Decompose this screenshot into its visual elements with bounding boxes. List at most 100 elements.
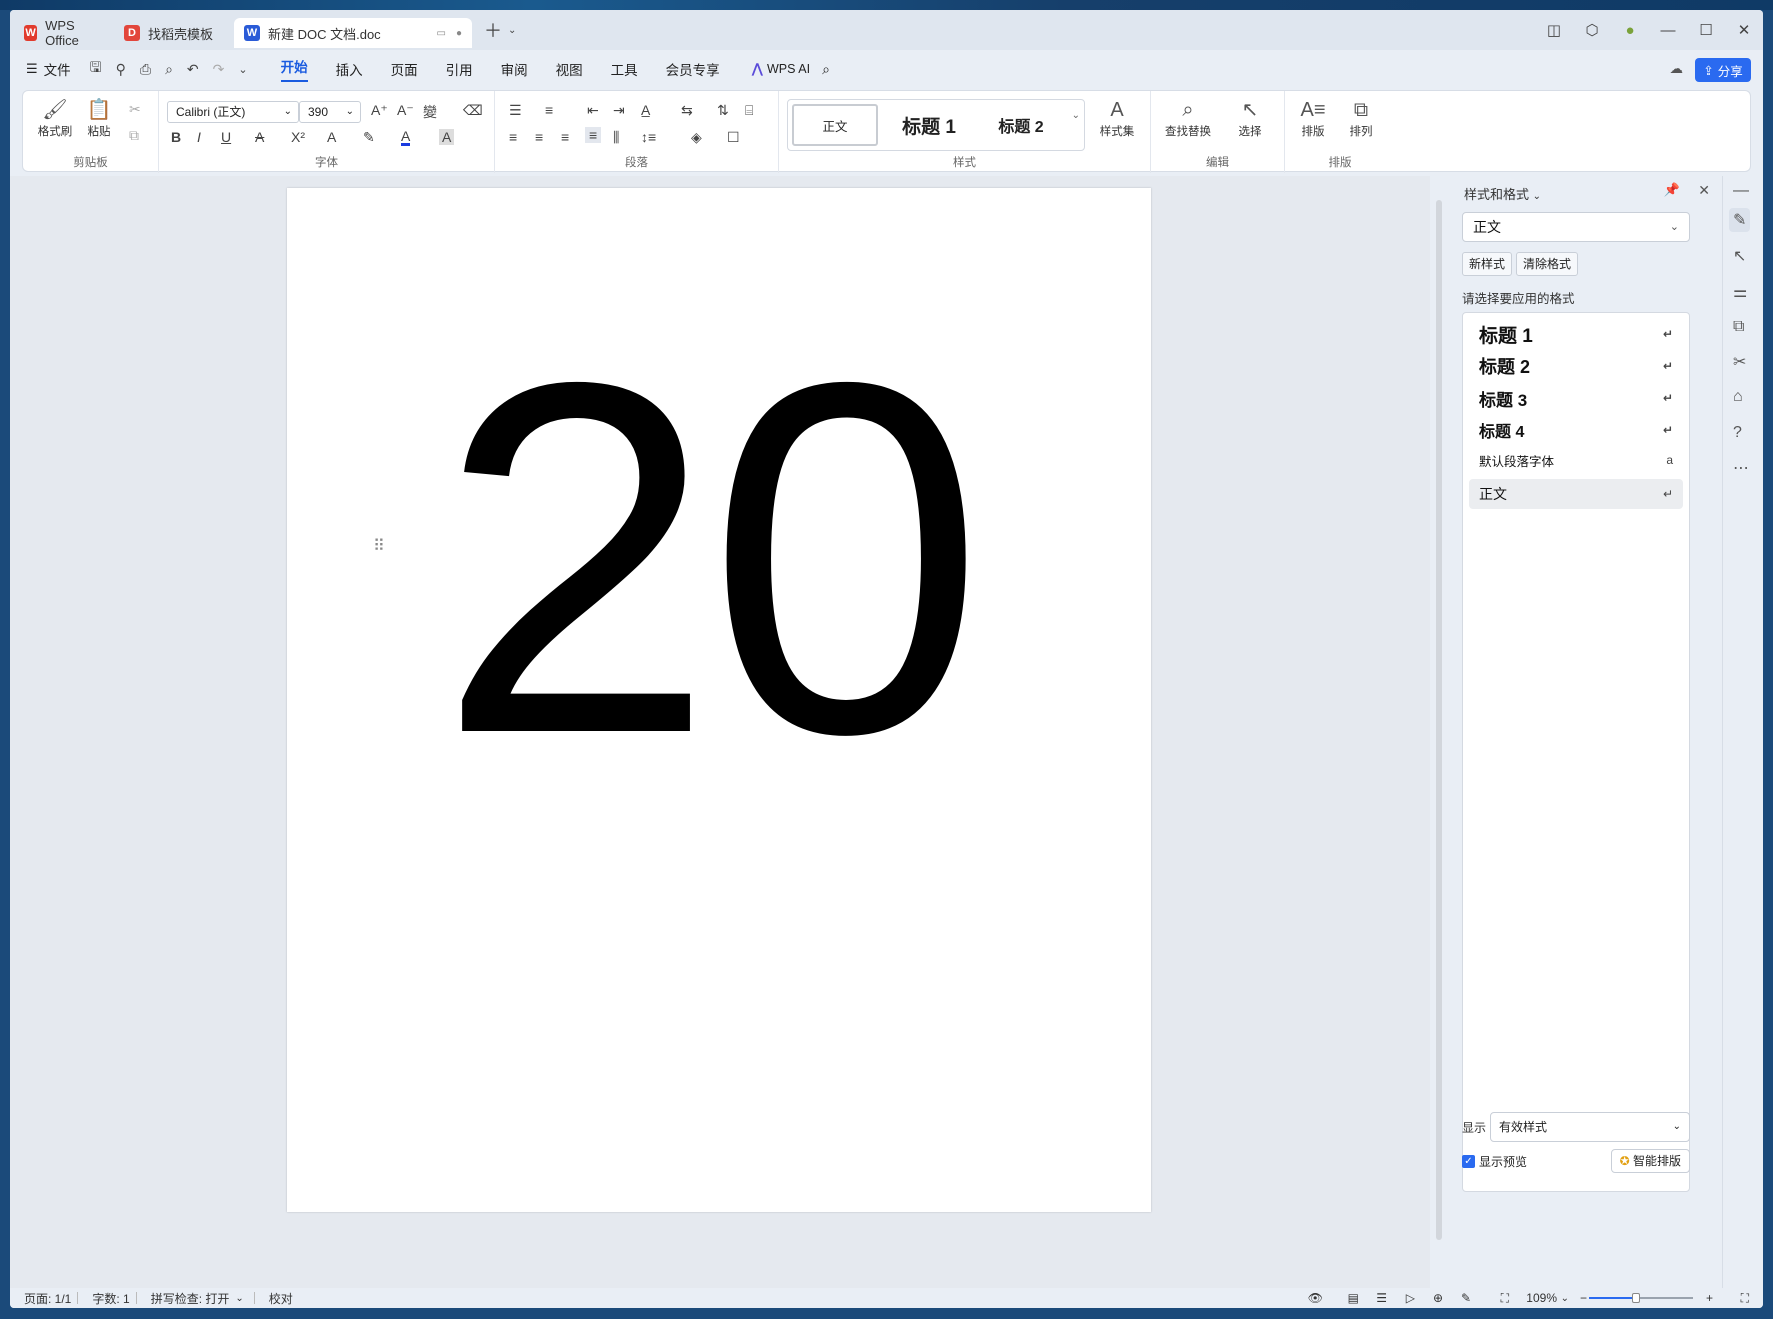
sort-icon[interactable]: ⇅	[717, 102, 729, 119]
tab-references[interactable]: 引用	[446, 59, 473, 79]
current-style-select[interactable]: 正文 ⌄	[1462, 212, 1690, 242]
shirt-icon[interactable]: ⌂	[1733, 388, 1743, 406]
chevron-down-icon[interactable]: ⌄	[1561, 1293, 1569, 1304]
font-name-select[interactable]: Calibri (正文) ⌄	[167, 101, 299, 123]
show-filter-select[interactable]: 有效样式 ⌄	[1490, 1112, 1690, 1142]
scrollbar-thumb[interactable]	[1436, 200, 1442, 1240]
style-heading-2[interactable]: 标题 2	[978, 104, 1064, 146]
copy-icon[interactable]: ⧉	[129, 127, 139, 144]
avatar[interactable]: ●	[1611, 22, 1649, 39]
tools-icon[interactable]: ✂	[1733, 352, 1746, 372]
tab-review[interactable]: 审阅	[501, 59, 528, 79]
style-item-heading-3[interactable]: 标题 3 ↵	[1469, 383, 1683, 413]
strikethrough-icon[interactable]: A	[255, 129, 264, 145]
wps-ai-button[interactable]: WPS AI	[767, 62, 810, 76]
style-item-normal[interactable]: 正文 ↵	[1469, 479, 1683, 509]
close-icon[interactable]: ✕	[1725, 21, 1763, 39]
zoom-slider[interactable]	[1589, 1293, 1693, 1303]
zoom-in-icon[interactable]: +	[1706, 1291, 1713, 1305]
style-pen-icon[interactable]: ✎	[1729, 208, 1751, 232]
select-button[interactable]: ↖ 选择	[1225, 97, 1275, 139]
tab-page[interactable]: 页面	[391, 59, 418, 79]
bullets-icon[interactable]: ☰	[509, 102, 522, 119]
tab-insert[interactable]: 插入	[336, 59, 363, 79]
web-view-icon[interactable]: ⊕	[1433, 1291, 1443, 1305]
text-effect-icon[interactable]: A	[327, 129, 336, 145]
word-count[interactable]: 字数: 1	[92, 1290, 129, 1307]
style-item-heading-2[interactable]: 标题 2 ↵	[1469, 351, 1683, 381]
show-marks-icon[interactable]: ⌸	[745, 102, 753, 119]
search-icon[interactable]: ⌕	[822, 61, 830, 78]
tab-document[interactable]: W 新建 DOC 文档.doc ▭ ●	[234, 18, 472, 48]
highlight-icon[interactable]: ✎	[363, 129, 375, 146]
grow-font-icon[interactable]: A⁺	[371, 102, 388, 119]
phonetic-icon[interactable]: 變	[423, 102, 437, 122]
drag-handle-icon[interactable]: ⠿	[373, 536, 385, 556]
redo-icon[interactable]: ↷	[213, 61, 225, 78]
play-icon[interactable]: ▷	[1406, 1291, 1415, 1305]
decrease-indent-icon[interactable]: ⇤	[587, 102, 599, 119]
style-heading-1[interactable]: 标题 1	[884, 104, 974, 146]
tab-home[interactable]: 开始	[280, 56, 308, 82]
sort-direction-icon[interactable]: ⇆	[681, 102, 693, 119]
new-style-button[interactable]: 新样式	[1462, 252, 1513, 276]
document-text[interactable]: 20	[437, 308, 985, 808]
share-button[interactable]: ⇪ 分享	[1695, 58, 1751, 82]
select-cursor-icon[interactable]: ↖	[1733, 246, 1746, 266]
save-icon[interactable]: 🖫	[90, 57, 102, 81]
unsaved-dot-icon[interactable]: ●	[456, 28, 462, 39]
pen-icon[interactable]: ✎	[1461, 1291, 1471, 1305]
file-menu[interactable]: 文件	[44, 59, 71, 79]
page-view-icon[interactable]: ▤	[1348, 1291, 1359, 1305]
pin-icon[interactable]: ⚲	[116, 61, 126, 78]
shrink-font-icon[interactable]: A⁻	[397, 102, 414, 119]
page-count[interactable]: 页面: 1/1	[24, 1290, 71, 1307]
cloud-icon[interactable]: ☁	[1670, 61, 1684, 77]
arrange-button[interactable]: ⧉ 排列	[1339, 97, 1383, 139]
border-icon[interactable]: ☐	[727, 129, 740, 146]
adjust-icon[interactable]: ⚌	[1733, 282, 1747, 302]
pin-icon[interactable]: 📌	[1664, 182, 1680, 198]
tab-member[interactable]: 会员专享	[666, 59, 720, 79]
shading-icon[interactable]: ◈	[691, 129, 702, 146]
outline-view-icon[interactable]: ☰	[1376, 1291, 1387, 1305]
tab-wps-office[interactable]: W WPS Office	[14, 18, 110, 48]
gallery-scroll-icon[interactable]: ⌄	[1072, 110, 1080, 121]
print-icon[interactable]: ⎙	[140, 61, 151, 78]
bold-icon[interactable]: B	[171, 129, 181, 145]
underline-icon[interactable]: U	[221, 129, 231, 145]
tab-monitor-icon[interactable]: ▭	[437, 28, 446, 39]
style-normal[interactable]: 正文	[792, 104, 878, 146]
image-edit-icon[interactable]: ⧉	[1733, 318, 1744, 336]
help-icon[interactable]: ?	[1733, 424, 1742, 442]
eye-icon[interactable]: 👁	[1308, 1291, 1323, 1305]
tab-tools[interactable]: 工具	[611, 59, 638, 79]
minimize-icon[interactable]: —	[1649, 22, 1687, 39]
smart-layout-button[interactable]: ✪ 智能排版	[1610, 1149, 1690, 1173]
format-painter-button[interactable]: 🖌 格式刷	[35, 97, 75, 139]
justify-icon[interactable]: ≡	[585, 127, 602, 143]
style-item-heading-1[interactable]: 标题 1 ↵	[1469, 319, 1683, 349]
style-set-button[interactable]: A 样式集	[1091, 97, 1143, 139]
undo-icon[interactable]: ↶	[187, 61, 199, 78]
tab-list-chevron-icon[interactable]: ⌄	[508, 25, 516, 36]
fit-page-icon[interactable]: ⛶	[1501, 1291, 1509, 1306]
font-color-icon[interactable]: A	[401, 129, 411, 146]
fullscreen-icon[interactable]: ⛶	[1741, 1291, 1749, 1306]
superscript-icon[interactable]: X²	[291, 129, 305, 145]
clear-format-button[interactable]: 清除格式	[1516, 252, 1579, 276]
vertical-scrollbar[interactable]	[1432, 176, 1446, 1288]
tab-view[interactable]: 视图	[556, 59, 583, 79]
distribute-icon[interactable]: ⫼	[613, 129, 619, 146]
font-size-select[interactable]: 390 ⌄	[299, 101, 361, 123]
clear-format-icon[interactable]: ⌫	[463, 102, 483, 119]
proofread[interactable]: 校对	[269, 1290, 293, 1307]
close-pane-icon[interactable]: ✕	[1698, 182, 1710, 199]
spell-check[interactable]: 拼写检查: 打开	[151, 1290, 230, 1307]
zoom-slider-knob[interactable]	[1631, 1293, 1640, 1303]
line-spacing-icon[interactable]: ↕≡	[641, 129, 656, 145]
align-right-icon[interactable]: ≡	[561, 129, 569, 145]
char-shading-icon[interactable]: A	[439, 129, 455, 145]
layout-icon[interactable]: ◫	[1535, 21, 1573, 39]
style-item-heading-4[interactable]: 标题 4 ↵	[1469, 415, 1683, 445]
